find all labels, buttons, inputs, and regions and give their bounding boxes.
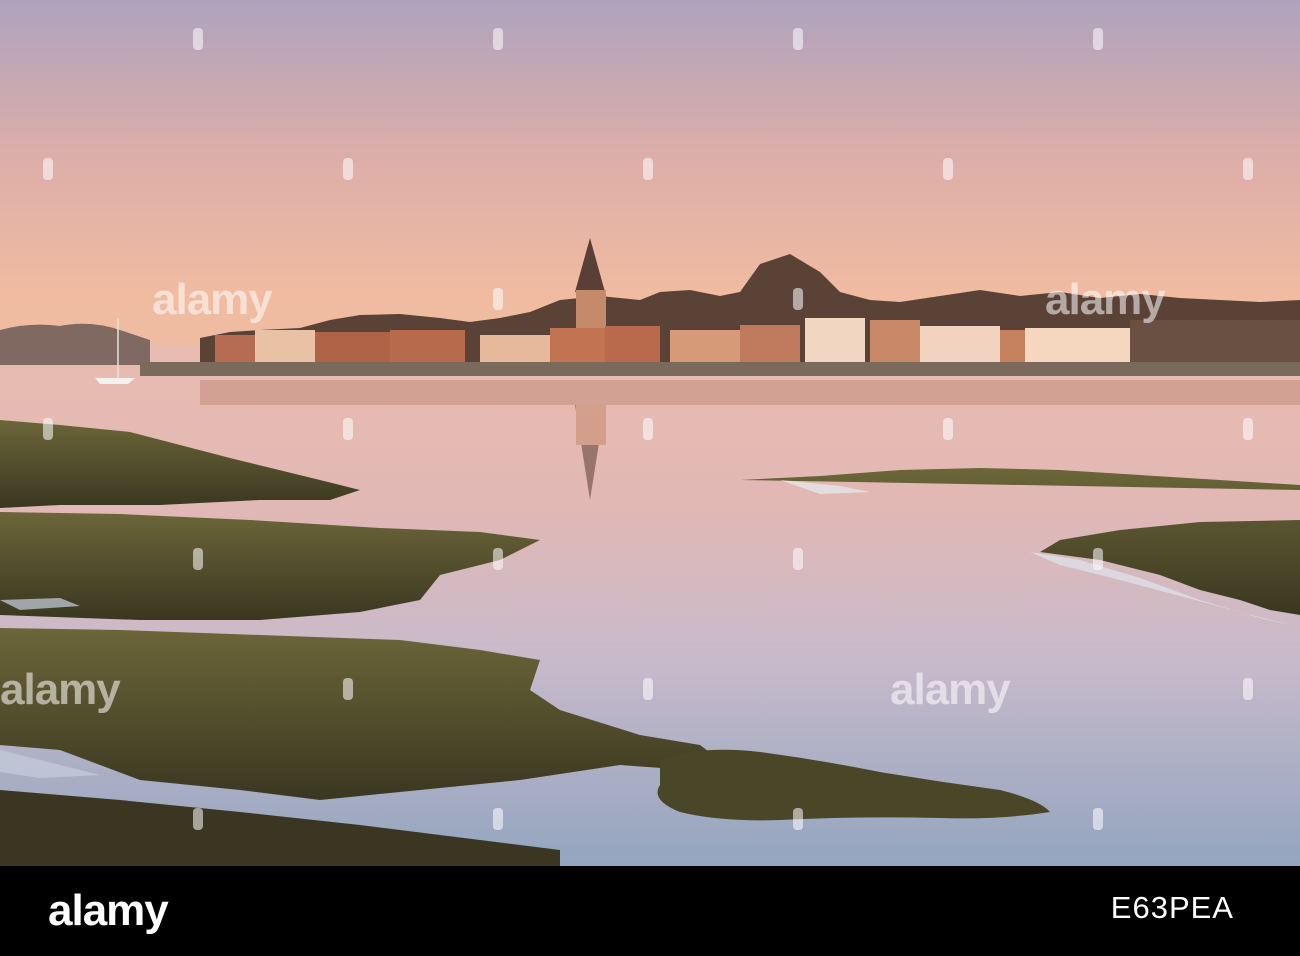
logo-text: alamy	[48, 886, 169, 935]
sea-wall	[140, 362, 1300, 376]
sky	[0, 0, 1300, 345]
image-id: E63PEA	[1110, 890, 1234, 925]
harbour-photo	[0, 0, 1300, 866]
image-viewer: alamy alamy alamy alamy alamy E63PEA	[0, 0, 1300, 956]
alamy-logo: alamy	[48, 885, 169, 937]
footer-bar	[0, 866, 1300, 956]
